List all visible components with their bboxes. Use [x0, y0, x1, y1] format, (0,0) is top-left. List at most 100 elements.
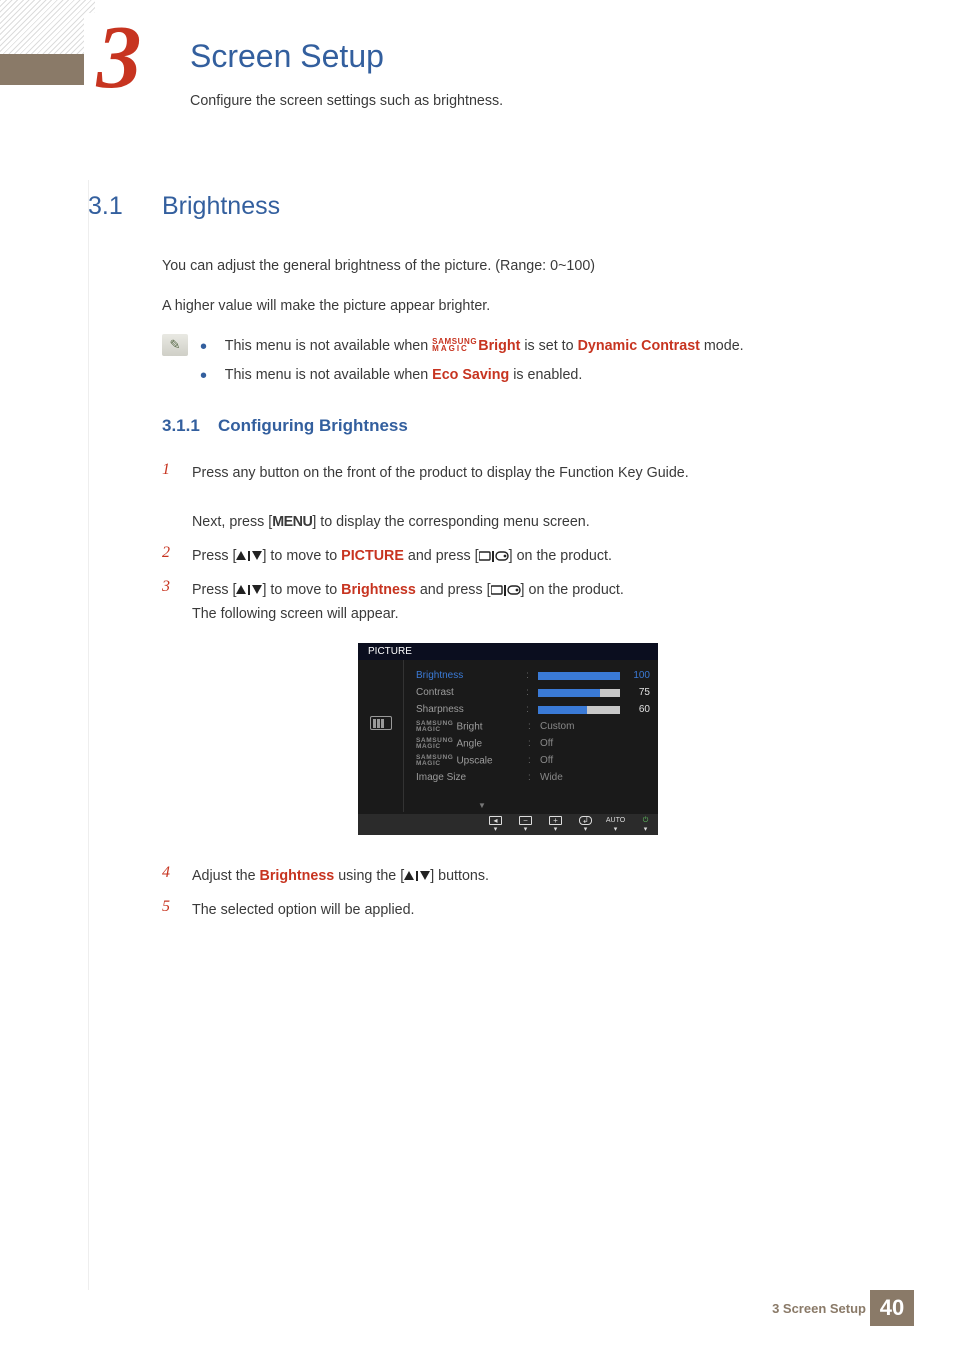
osd-label: Image Size — [416, 772, 528, 783]
osd-label: Sharpness — [416, 704, 526, 715]
footer-section-label: 3 Screen Setup — [772, 1301, 866, 1316]
step-text: Press [ — [192, 548, 237, 564]
osd-enter-icon: ↲▾ — [579, 816, 592, 833]
chapter-title: Screen Setup — [190, 38, 384, 75]
left-margin-rule — [88, 180, 89, 1290]
subsection-title: Configuring Brightness — [218, 416, 408, 436]
bullet-icon: • — [200, 365, 207, 387]
note-text: is set to — [520, 338, 577, 354]
osd-row-sharpness: Sharpness: 60 — [416, 701, 650, 718]
step-text: Press any button on the front of the pro… — [192, 465, 689, 481]
step-text: ] on the product. — [521, 582, 624, 598]
osd-label: Upscale — [456, 755, 492, 766]
section-title: Brightness — [162, 192, 280, 221]
osd-slider — [538, 706, 621, 714]
osd-label: Contrast — [416, 687, 526, 698]
note-item-1: • This menu is not available when SAMSUN… — [200, 333, 866, 356]
step-text: Next, press [ — [192, 514, 272, 530]
up-down-icon — [236, 551, 262, 561]
step-number: 3 — [162, 578, 188, 596]
bullet-icon: • — [200, 336, 207, 358]
step-text: ] buttons. — [430, 868, 489, 884]
osd-row-image-size: Image Size: Wide — [416, 769, 650, 786]
note-icon: ✎ — [162, 334, 188, 356]
note-list: • This menu is not available when SAMSUN… — [200, 333, 866, 391]
osd-sidebar — [358, 660, 404, 812]
osd-value: 75 — [626, 687, 650, 698]
osd-value: Off — [540, 738, 553, 749]
step-keyword: Brightness — [260, 868, 335, 884]
chapter-number: 3 — [84, 13, 154, 110]
osd-auto-icon: AUTO▾ — [609, 816, 622, 833]
note-text: This menu is not available when — [225, 338, 432, 354]
osd-footer: ◂▾ −▾ +▾ ↲▾ AUTO▾ ⏻▾ — [358, 814, 658, 835]
picture-category-icon — [370, 716, 392, 730]
step-number: 1 — [162, 461, 188, 479]
osd-row-magic-upscale: SAMSUNGMAGICUpscale: Off — [416, 752, 650, 769]
step-list: 1 Press any button on the front of the p… — [162, 461, 866, 637]
osd-slider — [538, 689, 621, 697]
select-enter-icon — [491, 585, 521, 596]
step-text: using the [ — [334, 868, 404, 884]
osd-label: Angle — [456, 738, 482, 749]
note-keyword: Eco Saving — [432, 367, 509, 383]
note-keyword: Bright — [478, 338, 520, 354]
osd-value: Custom — [540, 721, 574, 732]
osd-down-arrow-icon: ▼ — [478, 801, 486, 810]
step-number: 2 — [162, 544, 188, 562]
corner-hatch — [0, 0, 95, 54]
select-enter-icon — [479, 551, 509, 562]
osd-label: Brightness — [416, 670, 526, 681]
section-number: 3.1 — [88, 192, 123, 221]
osd-slider — [538, 672, 621, 680]
osd-row-magic-bright: SAMSUNGMAGICBright: Custom — [416, 718, 650, 735]
osd-value: Wide — [540, 772, 563, 783]
step-number: 4 — [162, 864, 188, 882]
chapter-subtitle: Configure the screen settings such as br… — [190, 93, 503, 109]
page-footer: 3 Screen Setup 40 — [0, 1290, 954, 1320]
step-text: ] to move to — [262, 548, 341, 564]
samsung-magic-logo: SAMSUNGMAGIC — [416, 738, 453, 750]
step-text: and press [ — [416, 582, 491, 598]
osd-value: Off — [540, 755, 553, 766]
menu-button-label: MENU — [272, 514, 312, 530]
up-down-icon — [236, 585, 262, 595]
step-3: 3 Press [] to move to Brightness and pre… — [162, 578, 866, 627]
step-1: 1 Press any button on the front of the p… — [162, 461, 866, 534]
paragraph-2: A higher value will make the picture app… — [162, 296, 866, 317]
step-keyword: Brightness — [341, 582, 416, 598]
samsung-magic-logo: SAMSUNGMAGIC — [416, 755, 453, 767]
note-text: mode. — [700, 338, 744, 354]
note-keyword: Dynamic Contrast — [578, 338, 700, 354]
osd-power-icon: ⏻▾ — [639, 816, 652, 833]
osd-value: 60 — [626, 704, 650, 715]
step-text: ] on the product. — [509, 548, 612, 564]
osd-back-icon: ◂▾ — [489, 816, 502, 833]
step-text: The selected option will be applied. — [192, 898, 832, 922]
osd-plus-icon: +▾ — [549, 816, 562, 833]
osd-row-contrast: Contrast: 75 — [416, 684, 650, 701]
osd-label: Bright — [456, 721, 482, 732]
samsung-magic-logo: SAMSUNGMAGIC — [416, 721, 453, 733]
note-text: This menu is not available when — [225, 367, 432, 383]
step-text: and press [ — [404, 548, 479, 564]
note-text: is enabled. — [509, 367, 582, 383]
osd-row-magic-angle: SAMSUNGMAGICAngle: Off — [416, 735, 650, 752]
step-5: 5 The selected option will be applied. — [162, 898, 866, 922]
step-list-bottom: 4 Adjust the Brightness using the [ ] but… — [162, 864, 866, 933]
samsung-magic-logo: SAMSUNGMAGIC — [432, 339, 477, 353]
step-text: ] to move to — [262, 582, 341, 598]
osd-row-brightness: Brightness: 100 — [416, 667, 650, 684]
step-text: Adjust the — [192, 868, 260, 884]
osd-minus-icon: −▾ — [519, 816, 532, 833]
osd-value: 100 — [626, 670, 650, 681]
step-4: 4 Adjust the Brightness using the [ ] but… — [162, 864, 866, 888]
page-number: 40 — [870, 1290, 914, 1326]
step-2: 2 Press [ ] to move to PICTURE and press … — [162, 544, 866, 568]
subsection-number: 3.1.1 — [162, 416, 200, 436]
step-keyword: PICTURE — [341, 548, 404, 564]
paragraph-1: You can adjust the general brightness of… — [162, 256, 866, 277]
osd-menu: PICTURE Brightness: 100 Contrast: 75 Sha… — [358, 643, 658, 835]
step-number: 5 — [162, 898, 188, 916]
up-down-icon — [404, 871, 430, 881]
